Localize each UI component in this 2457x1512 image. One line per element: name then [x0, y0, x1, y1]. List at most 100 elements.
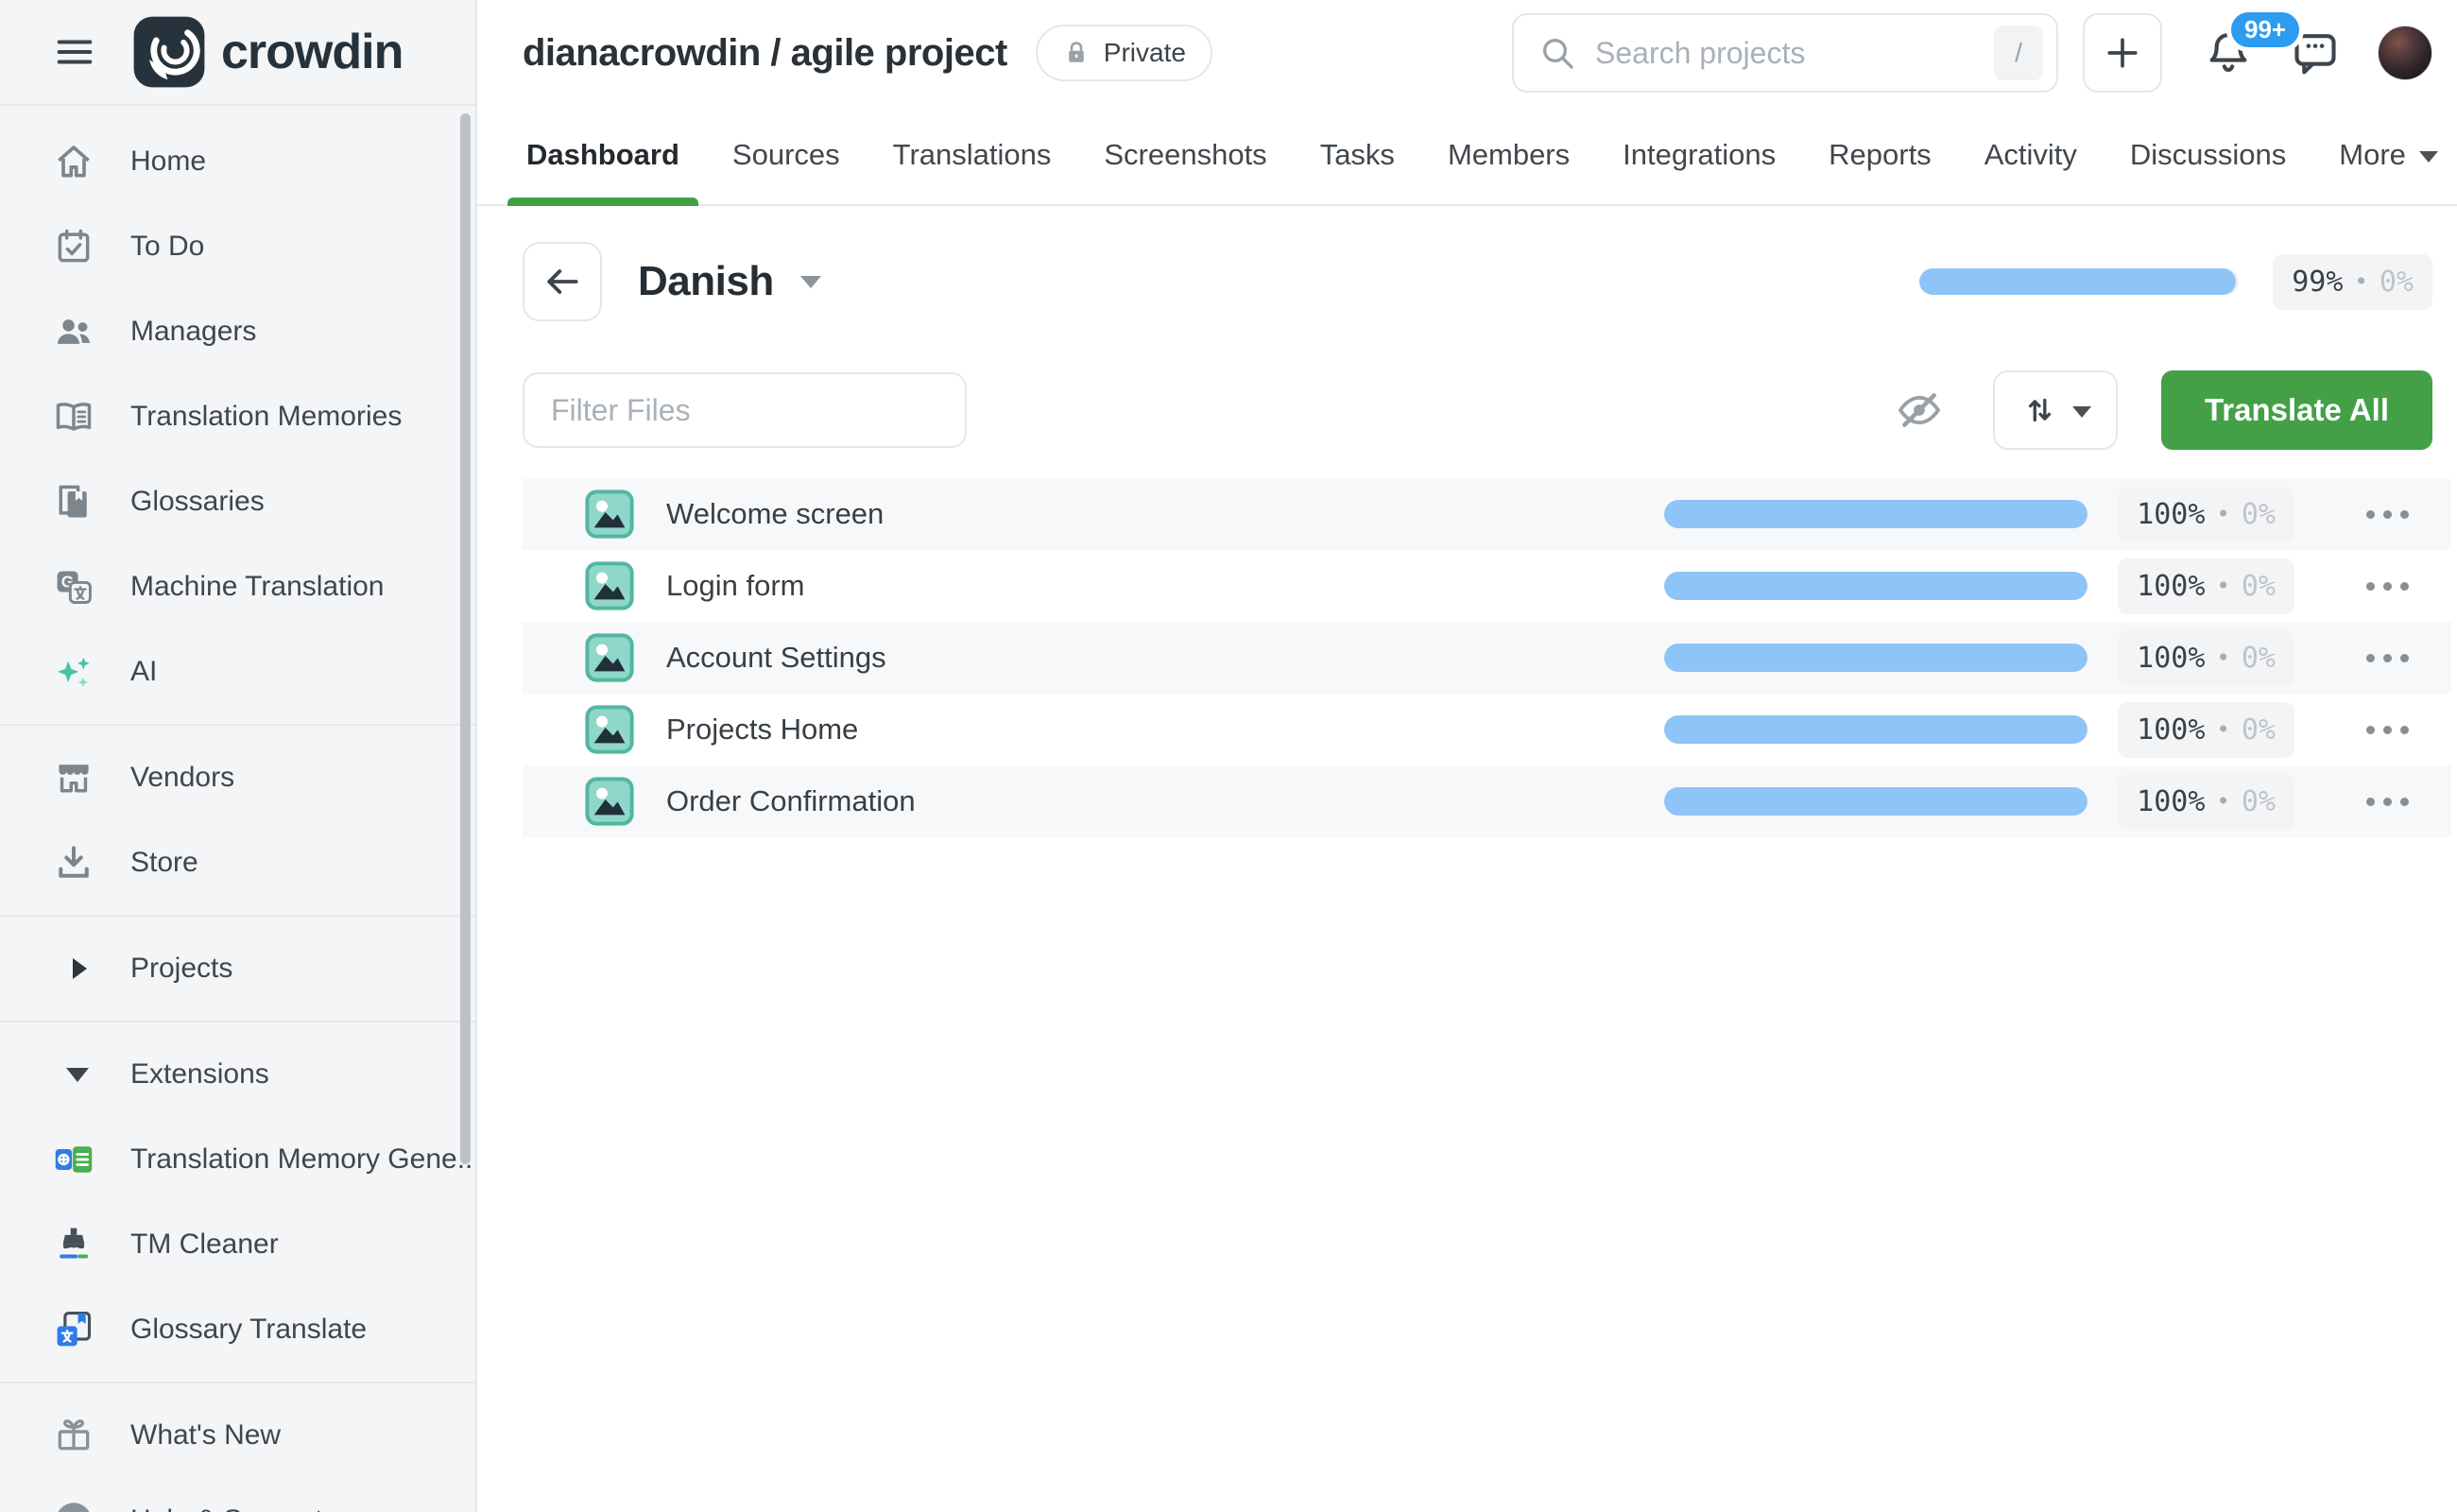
tm-generator-icon: [53, 1139, 94, 1180]
crowdin-logo[interactable]: crowdin: [132, 15, 403, 89]
file-row[interactable]: Welcome screen 100% • 0%: [523, 478, 2451, 550]
file-row[interactable]: Order Confirmation 100% • 0%: [523, 765, 2451, 837]
image-file-icon: [585, 561, 634, 610]
hamburger-menu-icon[interactable]: [53, 30, 96, 74]
project-tabs: Dashboard Sources Translations Screensho…: [477, 106, 2457, 206]
sidebar-item-label: Translation Memory Gene...: [130, 1143, 471, 1176]
sidebar-divider: [0, 724, 475, 726]
file-context-menu-button[interactable]: [2357, 641, 2417, 676]
sidebar-item-label: Translation Memories: [130, 401, 402, 433]
tab-integrations[interactable]: Integrations: [1619, 106, 1779, 204]
file-name[interactable]: Projects Home: [666, 713, 858, 747]
file-context-menu-button[interactable]: [2357, 784, 2417, 819]
file-name[interactable]: Order Confirmation: [666, 784, 916, 818]
caret-down-icon: [53, 1054, 94, 1095]
separator-dot: •: [2216, 644, 2229, 671]
sidebar-item-extensions[interactable]: Extensions: [0, 1032, 475, 1117]
sidebar-item-todo[interactable]: To Do: [0, 204, 475, 289]
caret-right-icon: [53, 948, 94, 989]
sidebar-item-label: Store: [130, 847, 198, 879]
storefront-icon: [53, 757, 94, 799]
tm-cleaner-brush-icon: [53, 1224, 94, 1265]
sidebar-item-glossary-translate[interactable]: Glossary Translate: [0, 1287, 475, 1372]
sidebar-item-label: Glossary Translate: [130, 1314, 367, 1346]
sidebar-item-label: What's New: [130, 1419, 281, 1452]
page-title: dianacrowdin / agile project: [523, 32, 1007, 75]
sidebar-item-machine-translation[interactable]: G Machine Translation: [0, 544, 475, 629]
translated-percent: 100%: [2137, 498, 2205, 531]
translated-percent: 100%: [2137, 713, 2205, 747]
file-list: Welcome screen 100% • 0% Login form: [523, 478, 2451, 837]
lock-icon: [1062, 39, 1091, 67]
privacy-label: Private: [1104, 38, 1186, 68]
user-avatar[interactable]: [2378, 26, 2432, 80]
tab-members[interactable]: Members: [1444, 106, 1573, 204]
tab-more[interactable]: More: [2335, 106, 2442, 204]
back-button[interactable]: [523, 242, 602, 321]
file-name[interactable]: Login form: [666, 569, 804, 603]
approved-percent: 0%: [2242, 642, 2276, 675]
tab-screenshots[interactable]: Screenshots: [1100, 106, 1270, 204]
separator-dot: •: [2354, 268, 2367, 295]
hide-completed-button[interactable]: [1895, 386, 1944, 435]
approved-percent: 0%: [2242, 713, 2276, 747]
file-context-menu-button[interactable]: [2357, 497, 2417, 532]
approved-percent: 0%: [2380, 266, 2414, 299]
sidebar-item-vendors[interactable]: Vendors: [0, 735, 475, 820]
tab-dashboard[interactable]: Dashboard: [523, 106, 683, 204]
sidebar-item-tm-generator[interactable]: Translation Memory Gene...: [0, 1117, 475, 1202]
sidebar-item-whats-new[interactable]: What's New: [0, 1393, 475, 1478]
tab-tasks[interactable]: Tasks: [1316, 106, 1399, 204]
tab-translations[interactable]: Translations: [889, 106, 1056, 204]
search-input[interactable]: [1595, 36, 1975, 71]
sidebar-item-ai[interactable]: AI: [0, 629, 475, 714]
download-store-icon: [53, 842, 94, 884]
file-context-menu-button[interactable]: [2357, 569, 2417, 604]
sidebar-item-store[interactable]: Store: [0, 820, 475, 905]
filter-files-input[interactable]: [523, 372, 967, 448]
sidebar-item-glossaries[interactable]: Glossaries: [0, 459, 475, 544]
arrow-left-icon: [541, 261, 583, 302]
file-progress-badge: 100% • 0%: [2118, 630, 2294, 686]
file-name[interactable]: Welcome screen: [666, 497, 884, 531]
sidebar-item-tm-cleaner[interactable]: TM Cleaner: [0, 1202, 475, 1287]
sort-caret-icon: [2072, 406, 2091, 418]
create-project-button[interactable]: [2083, 13, 2162, 93]
sidebar-section-label: Extensions: [130, 1058, 269, 1091]
eye-off-icon: [1895, 386, 1944, 435]
sidebar-item-managers[interactable]: Managers: [0, 289, 475, 374]
sidebar-item-label: Managers: [130, 316, 256, 348]
tab-sources[interactable]: Sources: [729, 106, 844, 204]
machine-translation-icon: G: [53, 566, 94, 608]
file-name[interactable]: Account Settings: [666, 641, 886, 675]
sidebar-item-home[interactable]: Home: [0, 119, 475, 204]
file-context-menu-button[interactable]: [2357, 713, 2417, 747]
translate-all-button[interactable]: Translate All: [2161, 370, 2432, 450]
sidebar-item-help-support[interactable]: ? Help & Support: [0, 1478, 475, 1512]
todo-calendar-icon: [53, 226, 94, 267]
sort-button[interactable]: [1993, 370, 2118, 450]
tab-discussions[interactable]: Discussions: [2126, 106, 2290, 204]
notifications-button[interactable]: 99+: [2204, 28, 2253, 77]
language-name: Danish: [638, 258, 774, 305]
sidebar-item-projects[interactable]: Projects: [0, 926, 475, 1011]
translated-percent: 100%: [2137, 570, 2205, 603]
tab-activity[interactable]: Activity: [1981, 106, 2081, 204]
sidebar-scrollbar[interactable]: [460, 113, 471, 1164]
tab-reports[interactable]: Reports: [1825, 106, 1935, 204]
language-dropdown-caret-icon[interactable]: [800, 276, 821, 288]
search-box[interactable]: /: [1512, 13, 2058, 93]
chevron-down-icon: [2419, 151, 2438, 163]
file-row[interactable]: Account Settings 100% • 0%: [523, 622, 2451, 694]
approved-percent: 0%: [2242, 785, 2276, 818]
separator-dot: •: [2216, 788, 2229, 815]
sidebar-divider: [0, 1382, 475, 1383]
crowdin-logo-icon: [132, 15, 206, 89]
image-file-icon: [585, 633, 634, 682]
file-progress-badge: 100% • 0%: [2118, 487, 2294, 542]
translated-percent: 100%: [2137, 642, 2205, 675]
file-row[interactable]: Projects Home 100% • 0%: [523, 694, 2451, 765]
file-row[interactable]: Login form 100% • 0%: [523, 550, 2451, 622]
sidebar-item-translation-memories[interactable]: Translation Memories: [0, 374, 475, 459]
privacy-badge[interactable]: Private: [1036, 25, 1212, 81]
